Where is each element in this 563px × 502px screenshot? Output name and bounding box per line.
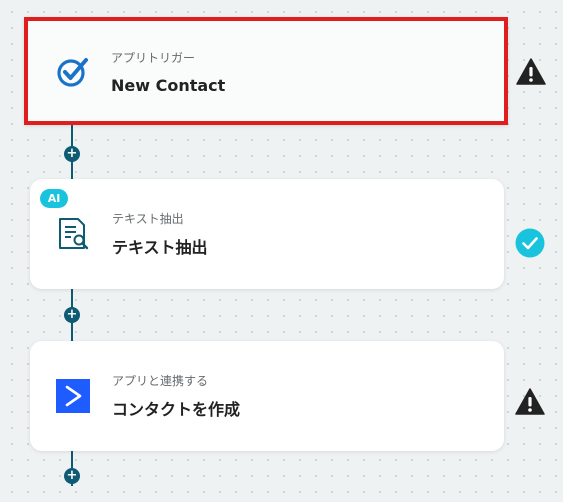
step-caption: テキスト抽出 [112, 212, 184, 226]
success-check-icon [515, 228, 545, 258]
step-title: テキスト抽出 [112, 238, 208, 257]
add-step-button[interactable]: + [64, 146, 80, 162]
document-search-icon [56, 217, 90, 251]
text-extraction-step-card[interactable]: テキスト抽出 テキスト抽出 [30, 179, 504, 289]
activecampaign-arrow-icon [56, 379, 90, 413]
warning-icon [516, 57, 546, 87]
step-caption: アプリトリガー [111, 51, 196, 65]
trigger-step-card[interactable]: アプリトリガー New Contact [24, 17, 508, 125]
warning-icon [515, 387, 545, 417]
step-title: コンタクトを作成 [112, 400, 241, 419]
create-contact-step-card[interactable]: アプリと連携する コンタクトを作成 [30, 341, 504, 451]
ai-badge: AI [40, 189, 68, 208]
step-caption: アプリと連携する [112, 374, 209, 388]
step-title: New Contact [111, 76, 226, 95]
activecampaign-check-icon [56, 55, 90, 89]
add-step-button[interactable]: + [64, 307, 80, 323]
add-step-button[interactable]: + [64, 468, 80, 484]
